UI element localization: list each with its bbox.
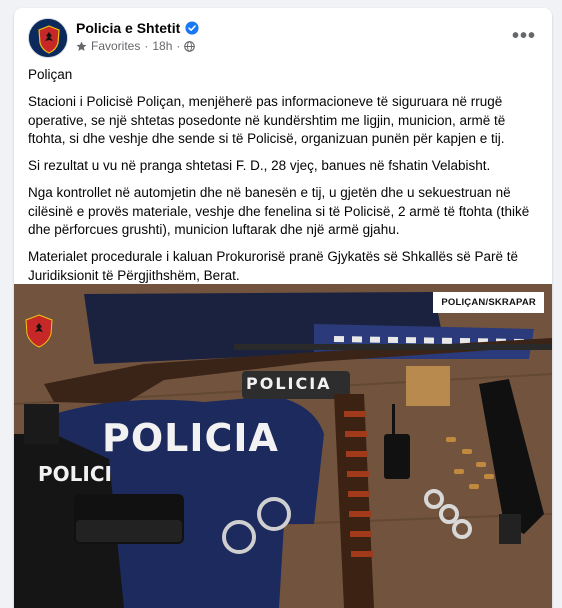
post-card: Policia e Shtetit Favorites · 18h · ••• — [14, 8, 552, 608]
post-paragraph: Si rezultat u vu në pranga shtetasi F. D… — [28, 158, 491, 173]
star-icon — [76, 41, 87, 51]
vest-text: POLICI — [38, 462, 112, 486]
patch-text: POLICIA — [246, 374, 332, 393]
post-timestamp[interactable]: 18h — [152, 39, 172, 53]
post-paragraph: Poliçan — [28, 67, 73, 82]
post-photo[interactable]: POLIÇAN/SKRAPAR POLICIA POLICIA POLICI — [14, 284, 552, 608]
page-name-link[interactable]: Policia e Shtetit — [76, 20, 199, 36]
globe-icon[interactable] — [184, 40, 196, 52]
meta-separator: · — [144, 39, 149, 53]
post-header: Policia e Shtetit Favorites · 18h · ••• — [14, 8, 552, 66]
police-watermark-icon — [25, 314, 53, 348]
post-paragraph: Nga kontrollet në automjetin dhe në bane… — [28, 185, 530, 237]
page-name[interactable]: Policia e Shtetit — [76, 20, 180, 36]
meta-separator: · — [176, 39, 181, 53]
more-options-button[interactable]: ••• — [508, 22, 540, 50]
photo-location-tag: POLIÇAN/SKRAPAR — [433, 292, 544, 313]
page-avatar[interactable] — [28, 18, 68, 58]
audience-label[interactable]: Favorites — [91, 39, 140, 53]
post-meta: Favorites · 18h · — [76, 39, 196, 53]
post-paragraph: Stacioni i Policisë Poliçan, menjëherë p… — [28, 94, 506, 146]
post-paragraph: Materialet procedurale i kaluan Prokuror… — [28, 249, 518, 283]
police-emblem-icon — [29, 19, 67, 57]
shirt-text: POLICIA — [102, 416, 279, 460]
verified-badge-icon — [185, 21, 199, 35]
post-text: Poliçan Stacioni i Policisë Poliçan, men… — [28, 66, 540, 294]
seized-items-image — [14, 284, 552, 608]
more-options-icon: ••• — [511, 25, 536, 47]
